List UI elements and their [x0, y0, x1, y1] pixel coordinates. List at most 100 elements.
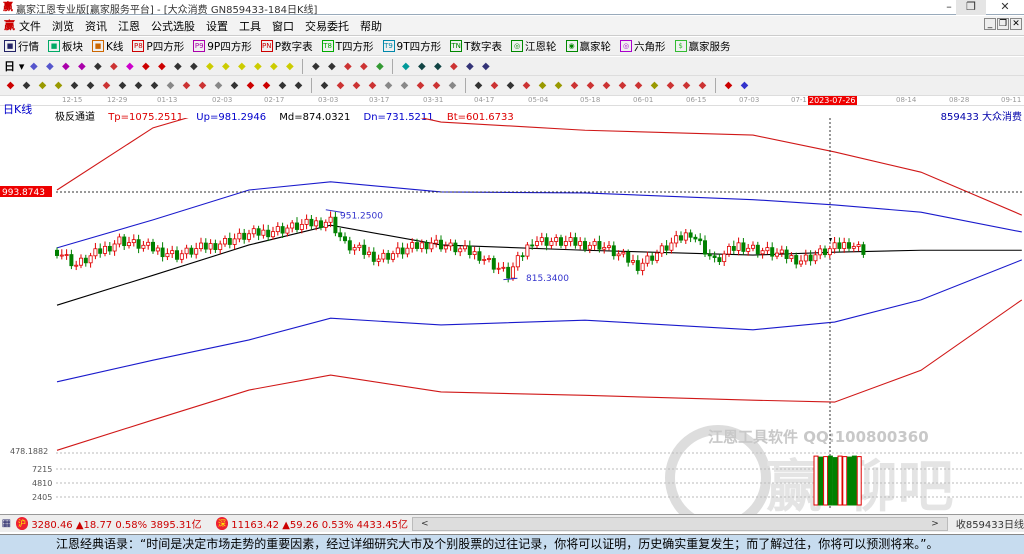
- toolbar-button[interactable]: ■ 行情: [4, 39, 39, 54]
- menu-item[interactable]: 文件: [19, 18, 41, 34]
- toolbar-button[interactable]: ■ 板块: [48, 39, 83, 54]
- menu-item[interactable]: 江恩: [118, 18, 140, 34]
- tool-icon[interactable]: ◆: [463, 60, 476, 73]
- tool-icon[interactable]: ◆: [20, 79, 33, 92]
- tool-icon[interactable]: ◆: [36, 79, 49, 92]
- tool-icon[interactable]: ◆: [52, 79, 65, 92]
- tool-icon[interactable]: ◆: [260, 79, 273, 92]
- tool-icon[interactable]: ◆: [267, 60, 280, 73]
- menu-item[interactable]: 帮助: [360, 18, 382, 34]
- tool-icon[interactable]: ◆: [123, 60, 136, 73]
- tool-icon[interactable]: ◆: [398, 79, 411, 92]
- horizontal-scrollbar[interactable]: < >: [412, 516, 948, 531]
- tool-icon[interactable]: ◆: [357, 60, 370, 73]
- tool-icon[interactable]: ◆: [318, 79, 331, 92]
- toolbar-button[interactable]: PN P数字表: [260, 39, 313, 54]
- tool-icon[interactable]: ◆: [27, 60, 40, 73]
- tool-icon[interactable]: ◆: [148, 79, 161, 92]
- tool-icon[interactable]: ◆: [664, 79, 677, 92]
- tool-icon[interactable]: ◆: [696, 79, 709, 92]
- tool-icon[interactable]: ◆: [75, 60, 88, 73]
- tool-icon[interactable]: ◆: [107, 60, 120, 73]
- tool-icon[interactable]: ◆: [366, 79, 379, 92]
- tool-icon[interactable]: ◆: [616, 79, 629, 92]
- tool-icon[interactable]: ◆: [350, 79, 363, 92]
- tool-icon[interactable]: ◆: [180, 79, 193, 92]
- tool-icon[interactable]: ◆: [446, 79, 459, 92]
- tool-icon[interactable]: ◆: [632, 79, 645, 92]
- tool-icon[interactable]: ◆: [155, 60, 168, 73]
- tool-icon[interactable]: ◆: [334, 79, 347, 92]
- toolbar-button[interactable]: ◎ 江恩轮: [511, 39, 557, 54]
- sz-index-quote[interactable]: 11163.42 ▲59.26 0.53% 4433.45亿: [231, 516, 408, 531]
- tool-icon[interactable]: ◆: [164, 79, 177, 92]
- tool-icon[interactable]: ◆: [251, 60, 264, 73]
- scroll-right-icon[interactable]: >: [931, 518, 939, 530]
- toolbar-button[interactable]: ■ K线: [92, 39, 123, 54]
- kline-chart[interactable]: 赢 聊吧 江恩工具软件 QQ:100800360 993.8743 951.250…: [0, 118, 1024, 514]
- tool-icon[interactable]: ◆: [116, 79, 129, 92]
- tool-icon[interactable]: ◆: [552, 79, 565, 92]
- toolbar-button[interactable]: T8 T四方形: [321, 39, 374, 54]
- tool-icon[interactable]: ◆: [341, 60, 354, 73]
- toolbar-button[interactable]: ◉ 赢家轮: [565, 39, 611, 54]
- tool-icon[interactable]: ◆: [235, 60, 248, 73]
- period-select[interactable]: 日 ▾: [4, 58, 24, 74]
- tool-icon[interactable]: ◆: [212, 79, 225, 92]
- menu-item[interactable]: 浏览: [52, 18, 74, 34]
- tool-icon[interactable]: ◆: [600, 79, 613, 92]
- menu-item[interactable]: 窗口: [272, 18, 294, 34]
- tool-icon[interactable]: ◆: [4, 79, 17, 92]
- tool-icon[interactable]: ◆: [584, 79, 597, 92]
- tool-icon[interactable]: ◆: [276, 79, 289, 92]
- scroll-left-icon[interactable]: <: [421, 518, 429, 530]
- tool-icon[interactable]: ◆: [309, 60, 322, 73]
- tool-icon[interactable]: ◆: [431, 60, 444, 73]
- tool-icon[interactable]: ◆: [472, 79, 485, 92]
- toolbar-button[interactable]: $ 赢家服务: [674, 39, 731, 54]
- tool-icon[interactable]: ◆: [488, 79, 501, 92]
- toolbar-button[interactable]: ◎ 六角形: [620, 39, 666, 54]
- tool-icon[interactable]: ◆: [447, 60, 460, 73]
- close-button[interactable]: ✕: [990, 0, 1020, 15]
- tool-icon[interactable]: ◆: [219, 60, 232, 73]
- tool-icon[interactable]: ◆: [520, 79, 533, 92]
- tool-icon[interactable]: ◆: [171, 60, 184, 73]
- tool-icon[interactable]: ◆: [68, 79, 81, 92]
- sh-index-quote[interactable]: 3280.46 ▲18.77 0.58% 3895.31亿: [31, 516, 201, 531]
- mdi-minimize-button[interactable]: _: [984, 18, 996, 30]
- tool-icon[interactable]: ◆: [100, 79, 113, 92]
- tool-icon[interactable]: ◆: [568, 79, 581, 92]
- tool-icon[interactable]: ◆: [325, 60, 338, 73]
- toolbar-button[interactable]: P8 P四方形: [132, 39, 184, 54]
- tool-icon[interactable]: ◆: [722, 79, 735, 92]
- menu-item[interactable]: 工具: [239, 18, 261, 34]
- tool-icon[interactable]: ◆: [504, 79, 517, 92]
- tool-icon[interactable]: ◆: [479, 60, 492, 73]
- tool-icon[interactable]: ◆: [680, 79, 693, 92]
- tool-icon[interactable]: ◆: [139, 60, 152, 73]
- menu-item[interactable]: 交易委托: [305, 18, 349, 34]
- maximize-button[interactable]: ❐: [956, 0, 986, 15]
- tool-icon[interactable]: ◆: [91, 60, 104, 73]
- toolbar-button[interactable]: T9 9T四方形: [382, 39, 441, 54]
- mdi-restore-button[interactable]: ❐: [997, 18, 1009, 30]
- tool-icon[interactable]: ◆: [43, 60, 56, 73]
- toolbar-button[interactable]: TN T数字表: [450, 39, 502, 54]
- toolbar-button[interactable]: P9 9P四方形: [193, 39, 252, 54]
- tool-icon[interactable]: ◆: [414, 79, 427, 92]
- tool-icon[interactable]: ◆: [228, 79, 241, 92]
- tool-icon[interactable]: ◆: [59, 60, 72, 73]
- menu-item[interactable]: 公式选股: [151, 18, 195, 34]
- tool-icon[interactable]: ◆: [84, 79, 97, 92]
- tool-icon[interactable]: ◆: [132, 79, 145, 92]
- tool-icon[interactable]: ◆: [648, 79, 661, 92]
- tool-icon[interactable]: ◆: [536, 79, 549, 92]
- tool-icon[interactable]: ◆: [415, 60, 428, 73]
- mdi-close-button[interactable]: ✕: [1010, 18, 1022, 30]
- tool-icon[interactable]: ◆: [292, 79, 305, 92]
- tool-icon[interactable]: ◆: [399, 60, 412, 73]
- tool-icon[interactable]: ◆: [430, 79, 443, 92]
- tool-icon[interactable]: ◆: [196, 79, 209, 92]
- tool-icon[interactable]: ◆: [373, 60, 386, 73]
